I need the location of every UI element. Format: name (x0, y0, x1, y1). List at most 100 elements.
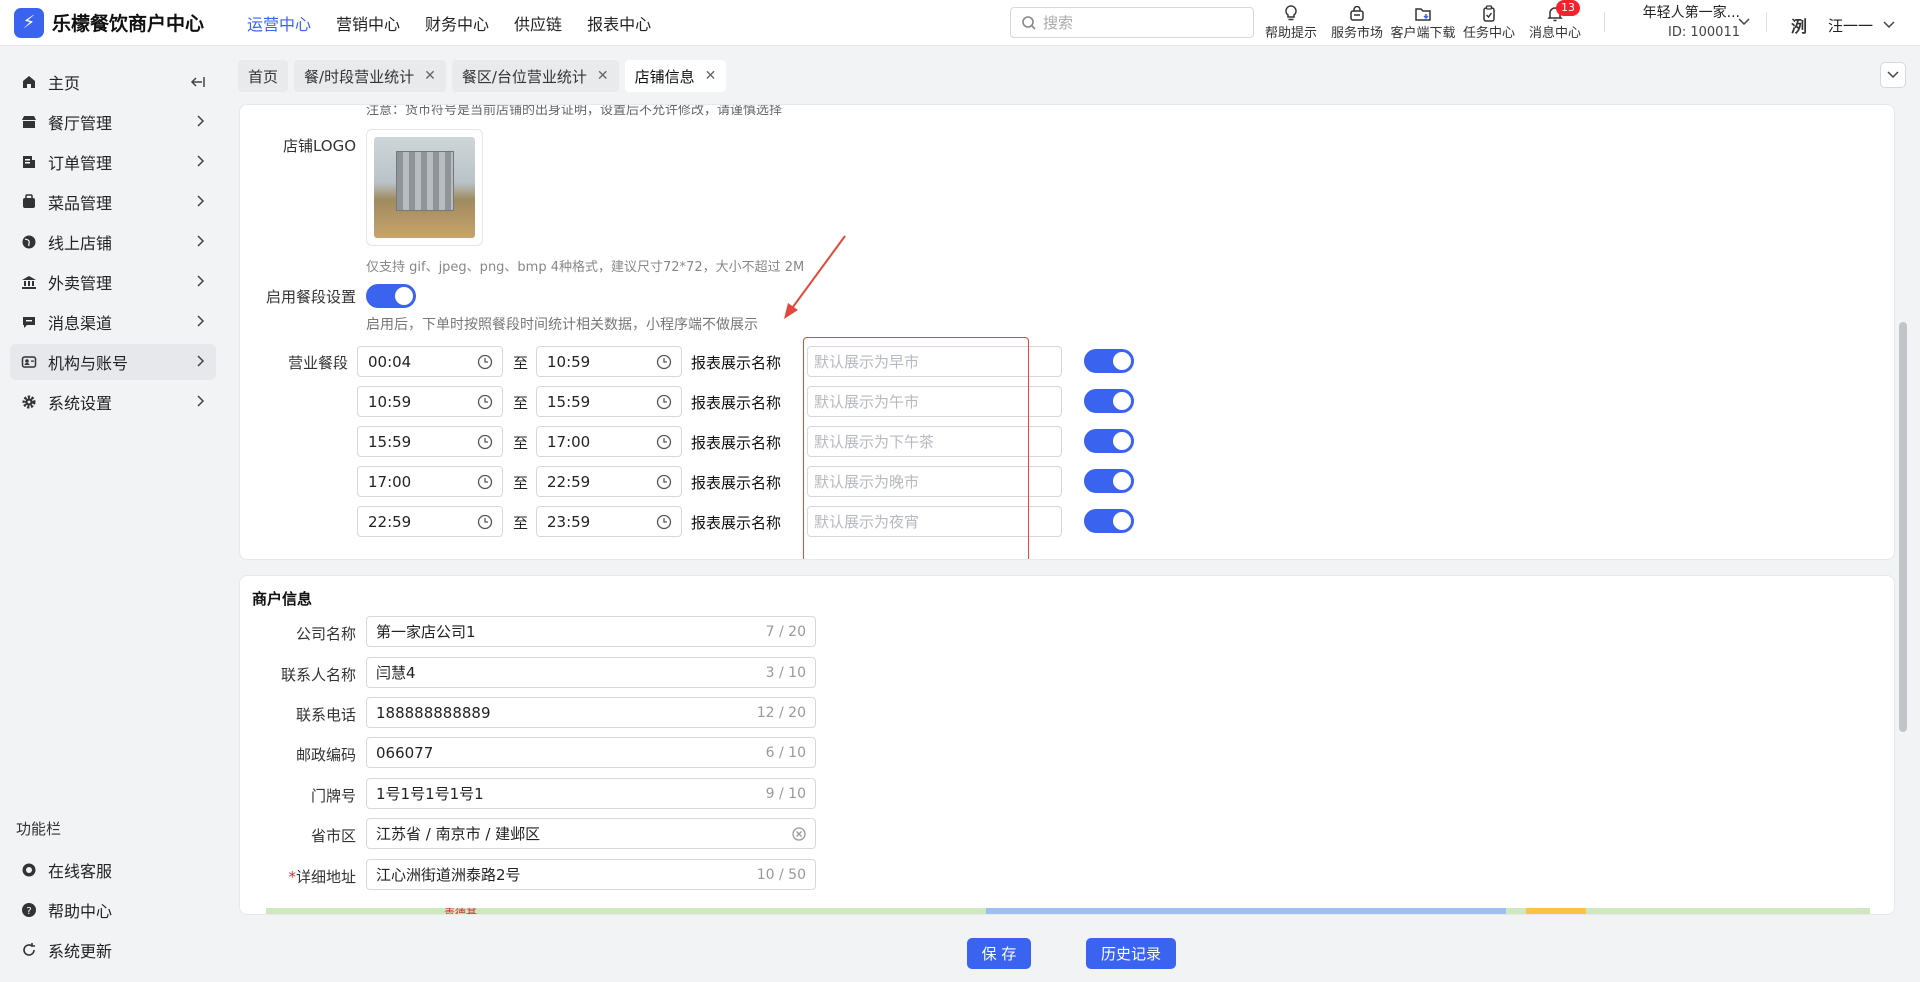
period-start-input[interactable]: 00:04 (357, 346, 503, 377)
sidebar-item-restaurant[interactable]: 餐厅管理 (10, 104, 216, 140)
report-name-label: 报表展示名称 (691, 514, 782, 532)
field-value: 江苏省 / 南京市 / 建邺区 (376, 825, 541, 843)
sidebar-item-messages[interactable]: 消息渠道 (10, 304, 216, 340)
period-enable-toggle[interactable] (1084, 429, 1134, 453)
period-end-input[interactable]: 15:59 (536, 386, 682, 417)
logo-upload[interactable] (366, 129, 483, 246)
clock-icon (656, 394, 672, 410)
topnav-report[interactable]: 报表中心 (587, 11, 651, 35)
chevron-down-icon[interactable] (1738, 17, 1750, 27)
period-enable-toggle[interactable] (1084, 509, 1134, 533)
brand[interactable]: ⚡ 乐檬餐饮商户中心 (0, 7, 230, 38)
field-value: 闫慧4 (376, 664, 416, 682)
currency-note: 注意：货币符号是当前店铺的出身证明，设置后不允许修改，请谨慎选择 (366, 104, 783, 118)
location-map[interactable]: 青德基 (266, 907, 1870, 914)
brand-logo-icon: ⚡ (14, 7, 44, 38)
sidebar-item-delivery[interactable]: 外卖管理 (10, 264, 216, 300)
field-label: 邮政编码 (295, 746, 356, 764)
period-end-input[interactable]: 23:59 (536, 506, 682, 537)
collapse-sidebar-icon[interactable] (190, 75, 206, 89)
merchant-section-title: 商户信息 (252, 590, 313, 608)
sidebar-item-dishes[interactable]: 菜品管理 (10, 184, 216, 220)
sidebar-item-label: 在线客服 (48, 862, 113, 881)
period-enable-toggle[interactable] (1084, 469, 1134, 493)
bank-icon (22, 276, 36, 289)
company-name-input[interactable]: 第一家店公司1 7 / 20 (366, 616, 816, 647)
chevron-right-icon (197, 115, 205, 127)
sidebar-item-home[interactable]: 主页 (10, 64, 216, 100)
tab-dropdown-button[interactable] (1880, 62, 1906, 88)
period-start-input[interactable]: 22:59 (357, 506, 503, 537)
field-value: 江心洲街道洲泰路2号 (376, 866, 521, 884)
period-end-value: 10:59 (547, 352, 591, 371)
user-menu[interactable]: 洌 汪一一 (1784, 10, 1895, 40)
topnav-operation[interactable]: 运营中心 (247, 11, 311, 35)
tab-home[interactable]: 首页 (238, 60, 289, 92)
clock-icon (656, 354, 672, 370)
search-placeholder: 搜索 (1043, 14, 1074, 32)
close-icon[interactable]: ✕ (424, 68, 436, 84)
tool-message-center[interactable]: 13 消息中心 (1522, 0, 1588, 41)
char-count: 3 / 10 (765, 664, 806, 681)
tool-task-center[interactable]: 任务中心 (1456, 2, 1522, 41)
phone-input[interactable]: 188888888889 12 / 20 (366, 697, 816, 728)
chevron-right-icon (197, 355, 205, 367)
period-end-input[interactable]: 10:59 (536, 346, 682, 377)
chevron-right-icon (197, 155, 205, 167)
topnav-marketing[interactable]: 营销中心 (336, 11, 400, 35)
function-section-title: 功能栏 (16, 820, 62, 838)
house-number-input[interactable]: 1号1号1号1号1 9 / 10 (366, 778, 816, 809)
period-end-input[interactable]: 17:00 (536, 426, 682, 457)
field-label: 详细地址 (295, 868, 356, 886)
postal-code-input[interactable]: 066077 6 / 10 (366, 737, 816, 768)
clock-icon (477, 434, 493, 450)
support-icon (22, 863, 36, 877)
period-start-value: 00:04 (368, 352, 412, 371)
meal-setting-toggle[interactable] (366, 284, 416, 308)
sidebar-item-system-update[interactable]: 系统更新 (10, 932, 216, 968)
store-switcher[interactable]: 年轻人第一家... ID: 100011 (1620, 3, 1740, 43)
sidebar-item-settings[interactable]: 系统设置 (10, 384, 216, 420)
tool-service-market[interactable]: 服务市场 (1324, 2, 1390, 41)
tool-client-download[interactable]: 客户端下载 (1390, 2, 1456, 41)
search-icon (1022, 15, 1036, 30)
sidebar-item-label: 系统设置 (48, 394, 113, 413)
clear-icon[interactable] (792, 826, 806, 841)
period-start-input[interactable]: 10:59 (357, 386, 503, 417)
period-label: 营业餐段 (287, 354, 348, 372)
to-label: 至 (513, 474, 529, 492)
field-label: 联系电话 (295, 706, 356, 724)
period-enable-toggle[interactable] (1084, 349, 1134, 373)
scrollbar-thumb[interactable] (1899, 322, 1907, 732)
topnav-finance[interactable]: 财务中心 (425, 11, 489, 35)
close-icon[interactable]: ✕ (705, 68, 717, 84)
period-start-input[interactable]: 15:59 (357, 426, 503, 457)
region-cascader[interactable]: 江苏省 / 南京市 / 建邺区 (366, 818, 816, 849)
sidebar-item-accounts[interactable]: 机构与账号 (10, 344, 216, 380)
topnav-supply[interactable]: 供应链 (514, 11, 562, 35)
contact-name-input[interactable]: 闫慧4 3 / 10 (366, 657, 816, 688)
sidebar-item-help-center[interactable]: ? 帮助中心 (10, 892, 216, 928)
scrollbar[interactable] (1897, 104, 1909, 926)
sidebar-item-online-store[interactable]: 线上店铺 (10, 224, 216, 260)
tab-meal-period-stats[interactable]: 餐/时段营业统计 ✕ (294, 60, 446, 92)
chevron-right-icon (197, 195, 205, 207)
store-id: ID: 100011 (1668, 25, 1740, 40)
tab-store-info[interactable]: 店铺信息 ✕ (624, 60, 727, 92)
search-input[interactable]: 搜索 (1010, 7, 1254, 38)
sidebar-item-online-support[interactable]: 在线客服 (10, 852, 216, 888)
tool-help-tips[interactable]: 帮助提示 (1258, 2, 1324, 41)
save-button[interactable]: 保 存 (967, 938, 1031, 969)
report-name-label: 报表展示名称 (691, 394, 782, 412)
avatar: 洌 (1790, 17, 1807, 36)
period-end-input[interactable]: 22:59 (536, 466, 682, 497)
sidebar-item-label: 菜品管理 (48, 194, 113, 213)
address-input[interactable]: 江心洲街道洲泰路2号 10 / 50 (366, 859, 816, 890)
period-enable-toggle[interactable] (1084, 389, 1134, 413)
period-start-input[interactable]: 17:00 (357, 466, 503, 497)
close-icon[interactable]: ✕ (597, 68, 609, 84)
tab-area-table-stats[interactable]: 餐区/台位营业统计 ✕ (451, 60, 619, 92)
meal-setting-label: 启用餐段设置 (265, 288, 356, 306)
sidebar-item-orders[interactable]: 订单管理 (10, 144, 216, 180)
history-button[interactable]: 历史记录 (1086, 938, 1176, 969)
